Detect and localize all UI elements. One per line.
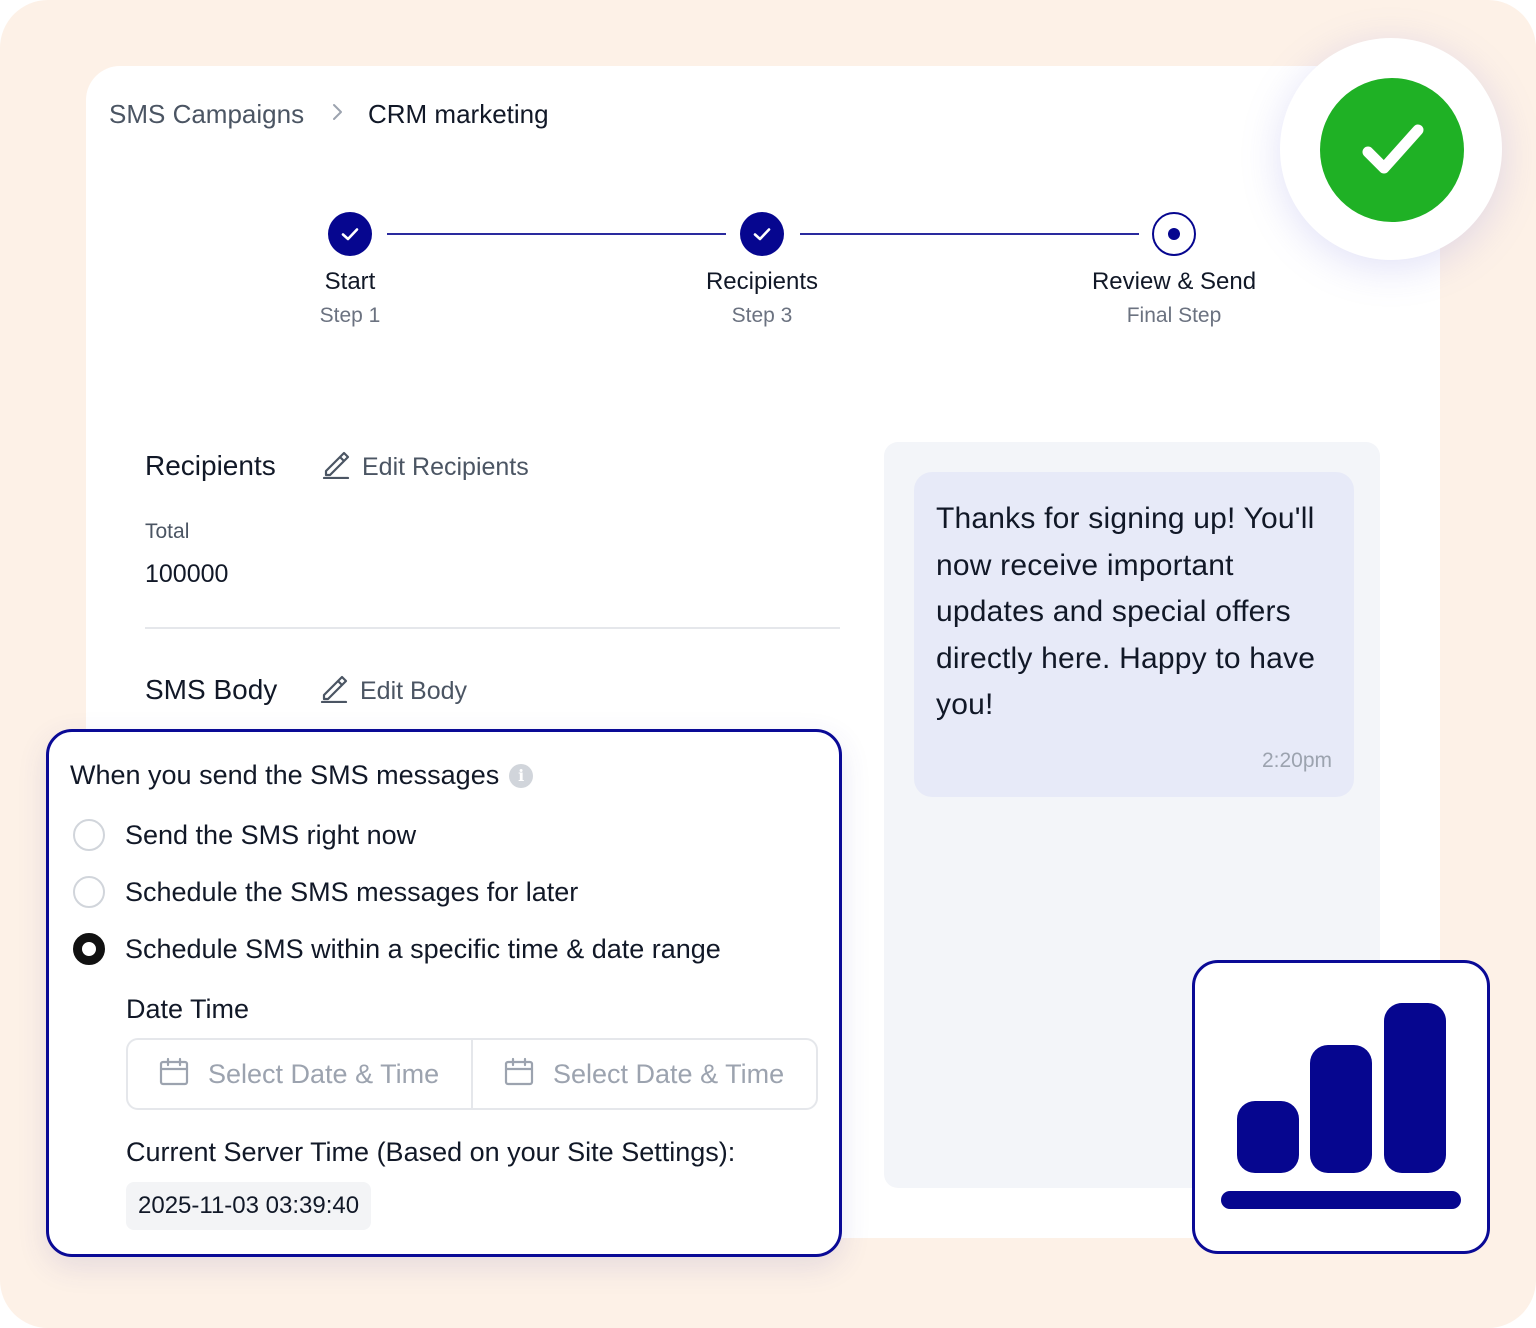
- page-background: SMS Campaigns CRM marketing Start Step 1…: [0, 0, 1536, 1328]
- radio-schedule-later[interactable]: [73, 876, 105, 908]
- recipients-total-value: 100000: [145, 560, 229, 588]
- option-send-now[interactable]: Send the SMS right now: [73, 819, 416, 851]
- option-schedule-range[interactable]: Schedule SMS within a specific time & da…: [73, 933, 721, 965]
- step-2-check-icon[interactable]: [740, 212, 784, 256]
- breadcrumb-current: CRM marketing: [368, 99, 549, 129]
- check-circle-icon: [1320, 78, 1464, 222]
- schedule-heading-text: When you send the SMS messages: [70, 760, 500, 790]
- calendar-icon: [503, 1056, 535, 1093]
- stats-badge: [1192, 960, 1490, 1254]
- recipients-heading: Recipients: [145, 450, 276, 481]
- option-schedule-later-label: Schedule the SMS messages for later: [125, 876, 579, 907]
- calendar-icon: [158, 1056, 190, 1093]
- radio-send-now[interactable]: [73, 819, 105, 851]
- step-3-title: Review & Send: [1091, 268, 1257, 295]
- step-1-title: Start: [324, 268, 376, 295]
- info-icon[interactable]: i: [509, 763, 534, 788]
- sms-message-bubble: Thanks for signing up! You'll now receiv…: [914, 472, 1354, 797]
- breadcrumb-sms-campaigns[interactable]: SMS Campaigns: [109, 99, 304, 129]
- server-time-value: 2025-11-03 03:39:40: [126, 1182, 372, 1230]
- pencil-icon: [320, 673, 348, 710]
- option-send-now-label: Send the SMS right now: [125, 819, 417, 850]
- step-connector: [387, 233, 726, 235]
- start-date-placeholder: Select Date & Time: [208, 1058, 440, 1089]
- start-date-field[interactable]: Select Date & Time: [128, 1040, 471, 1108]
- sms-body-heading: SMS Body: [145, 674, 278, 705]
- step-2-subtitle: Step 3: [731, 304, 793, 327]
- edit-body-label: Edit Body: [360, 677, 468, 705]
- end-date-field[interactable]: Select Date & Time: [471, 1040, 816, 1108]
- step-3-current-icon[interactable]: [1152, 212, 1196, 256]
- sms-message-time: 2:20pm: [1261, 749, 1332, 772]
- sms-message-text: Thanks for signing up! You'll now receiv…: [936, 502, 1316, 721]
- date-time-label: Date Time: [126, 994, 250, 1024]
- option-schedule-range-label: Schedule SMS within a specific time & da…: [125, 933, 721, 964]
- step-2-title: Recipients: [705, 268, 819, 295]
- section-divider: [145, 627, 840, 629]
- date-range-picker: Select Date & Time Select Date & Time: [126, 1038, 818, 1110]
- schedule-heading: When you send the SMS messages i: [70, 760, 534, 791]
- step-connector: [800, 233, 1139, 235]
- edit-body-button[interactable]: Edit Body: [320, 673, 467, 710]
- edit-recipients-button[interactable]: Edit Recipients: [322, 449, 529, 486]
- step-1-check-icon[interactable]: [328, 212, 372, 256]
- send-schedule-panel: When you send the SMS messages i Send th…: [46, 729, 842, 1257]
- step-1-subtitle: Step 1: [319, 304, 381, 327]
- bar-chart-icon: [1221, 1003, 1461, 1209]
- pencil-icon: [322, 449, 350, 486]
- end-date-placeholder: Select Date & Time: [553, 1058, 785, 1089]
- server-time-label: Current Server Time (Based on your Site …: [126, 1137, 736, 1167]
- chevron-right-icon: [330, 100, 346, 130]
- radio-schedule-range[interactable]: [73, 933, 105, 965]
- option-schedule-later[interactable]: Schedule the SMS messages for later: [73, 876, 578, 908]
- recipients-total-label: Total: [145, 520, 190, 543]
- edit-recipients-label: Edit Recipients: [362, 453, 529, 481]
- step-3-subtitle: Final Step: [1126, 304, 1222, 327]
